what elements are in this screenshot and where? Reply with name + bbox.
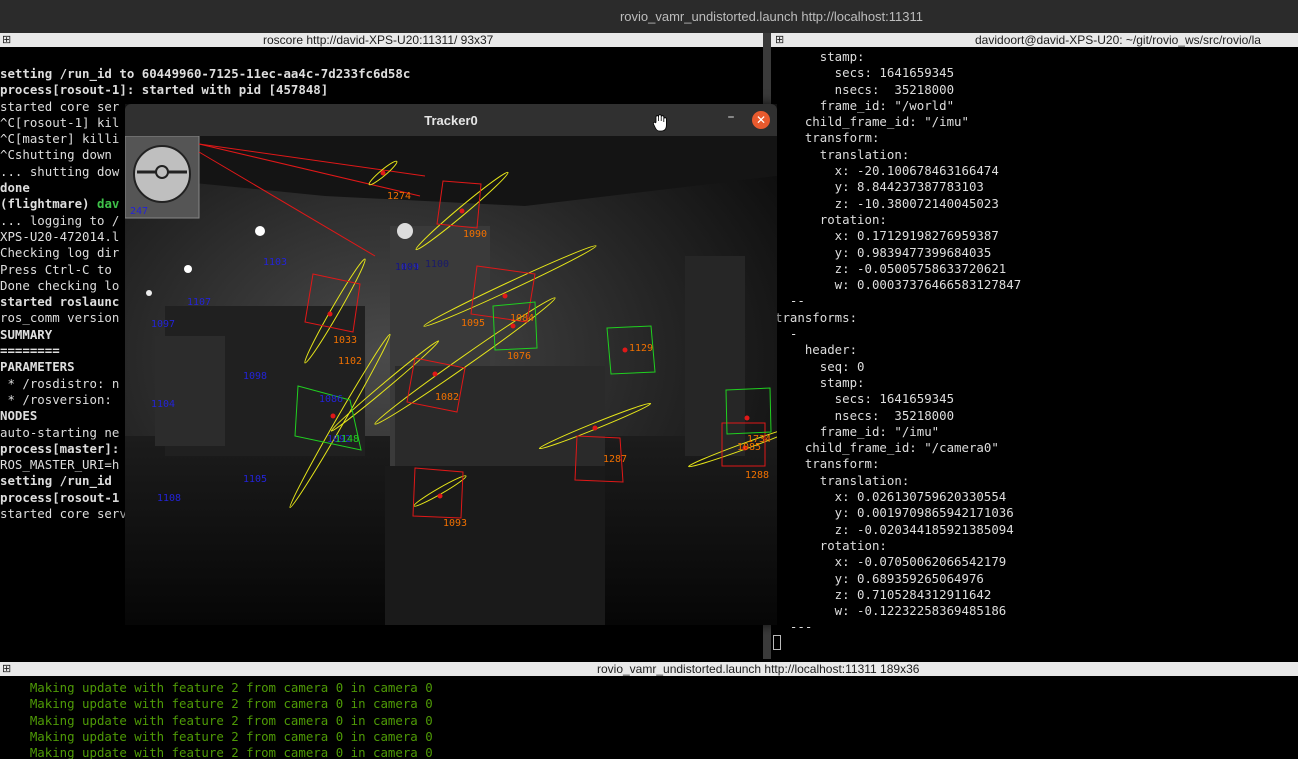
terminal-line: frame_id: "/imu" [775, 423, 940, 439]
feature-label: 1097 [151, 319, 175, 330]
left-pane-header[interactable]: ⊞ roscore http://david-XPS-U20:11311/ 93… [0, 33, 763, 47]
terminal-line: nsecs: 35218000 [775, 81, 955, 97]
split-grid-icon[interactable]: ⊞ [775, 33, 784, 47]
terminal-line: z: 0.7105284312911642 [775, 586, 992, 602]
feature-label: 1287 [603, 454, 627, 465]
feature-label: 1734 [747, 434, 771, 445]
terminal-line: process[rosout-1]: started with pid [457… [0, 82, 329, 98]
terminal-line: child_frame_id: "/camera0" [775, 440, 999, 456]
feature-label: 1084 [510, 313, 534, 324]
bottom-pane-header[interactable]: ⊞ rovio_vamr_undistorted.launch http://l… [0, 662, 1298, 676]
feature-label: 1129 [629, 343, 653, 354]
terminal-line: frame_id: "/world" [775, 97, 955, 113]
feature-label: 1033 [333, 335, 357, 346]
desk [385, 466, 605, 625]
feature-label: 1103 [263, 257, 287, 268]
feature-label: 1095 [461, 318, 485, 329]
tracker-titlebar[interactable]: Tracker0 [125, 104, 777, 136]
split-grid-icon[interactable]: ⊞ [2, 662, 11, 676]
prompt-user: dav [96, 196, 120, 212]
camera-feature-view: 247 1274 1090 1084 1095 1033 1102 1082 1… [125, 136, 777, 625]
feature-label: 1076 [507, 351, 531, 362]
feature-label: 1105 [243, 474, 267, 485]
terminal-line: transforms: [775, 309, 858, 325]
hand-cursor-icon [653, 114, 667, 132]
terminal-line: Making update with feature 2 from camera… [0, 712, 433, 728]
terminal-line: child_frame_id: "/imu" [775, 114, 969, 130]
feature-label: 1100 [425, 259, 449, 270]
feature-label: 1108 [157, 493, 181, 504]
terminal-line: rotation: [775, 211, 887, 227]
glass-panel [155, 336, 225, 446]
terminal-cursor [773, 635, 781, 650]
minimize-button[interactable]: – [723, 110, 739, 126]
split-grid-icon[interactable]: ⊞ [2, 33, 11, 47]
terminal-line: stamp: [775, 49, 865, 64]
terminal-line: setting /run_id to 60449960-7125-11ec-aa… [0, 66, 411, 81]
feature-label: 1098 [243, 371, 267, 382]
inset-dial-center [155, 165, 169, 179]
bottom-pane-title: rovio_vamr_undistorted.launch http://loc… [597, 662, 920, 676]
feature-label: 1082 [435, 392, 459, 403]
feature-label: 1090 [463, 229, 487, 240]
feature-label: 1288 [745, 470, 769, 481]
window-titlebar: rovio_vamr_undistorted.launch http://loc… [0, 0, 1298, 33]
feature-label: 1148 [335, 434, 359, 445]
close-button[interactable]: ✕ [752, 111, 770, 129]
left-pane-title: roscore http://david-XPS-U20:11311/ 93x3… [263, 33, 494, 47]
terminal-line: x: -0.07050062066542179 [775, 554, 1007, 570]
feature-label: 1093 [443, 518, 467, 529]
bottom-terminal[interactable]: Making update with feature 2 from camera… [0, 680, 1298, 759]
terminal-line: y: 0.689359265064976 [775, 570, 984, 586]
terminal-line: w: 0.00037376466583127847 [775, 277, 1022, 293]
feature-label: 1107 [187, 297, 211, 308]
terminal-line: nsecs: 35218000 [775, 407, 955, 423]
feature-label: 1101 [395, 262, 419, 273]
terminal-line: x: 0.026130759620330554 [775, 489, 1007, 505]
terminal-line: z: -10.380072140045023 [775, 195, 999, 211]
terminal-line: x: -20.100678463166474 [775, 163, 999, 179]
terminal-line: translation: [775, 146, 910, 162]
terminal-line: w: -0.12232258369485186 [775, 603, 1007, 619]
terminal-line: -- [775, 293, 805, 309]
terminal-line: transform: [775, 456, 880, 472]
feature-label: 1086 [319, 394, 343, 405]
terminal-line: y: 0.0019709865942171036 [775, 505, 1014, 521]
right-terminal[interactable]: stamp: secs: 1641659345 nsecs: 35218000 … [775, 49, 1298, 659]
feature-label: 1102 [338, 356, 362, 367]
right-pane-header[interactable]: ⊞ davidoort@david-XPS-U20: ~/git/rovio_w… [771, 33, 1298, 47]
terminal-line: translation: [775, 472, 910, 488]
terminal-line: x: 0.17129198276959387 [775, 228, 999, 244]
terminal-line: Making update with feature 2 from camera… [0, 696, 433, 712]
terminal-line: rotation: [775, 537, 887, 553]
terminal-line: z: -0.020344185921385094 [775, 521, 1014, 537]
terminal-line: --- [775, 619, 813, 635]
terminal-line: Making update with feature 2 from camera… [0, 728, 433, 744]
inset-label: 247 [130, 206, 148, 217]
terminal-line: y: 8.844237387783103 [775, 179, 984, 195]
terminal-line: secs: 1641659345 [775, 65, 955, 81]
terminal-line: y: 0.9839477399684035 [775, 244, 992, 260]
tracker-title: Tracker0 [424, 112, 478, 128]
terminal-line: Making update with feature 2 from camera… [0, 745, 433, 759]
right-pane-title: davidoort@david-XPS-U20: ~/git/rovio_ws/… [975, 33, 1261, 47]
feature-label: 1104 [151, 399, 175, 410]
pillar [685, 256, 745, 456]
feature-overlay: 247 127410901084109510331102108210761129… [125, 136, 777, 625]
terminal-line: secs: 1641659345 [775, 391, 955, 407]
terminal-line: stamp: [775, 374, 865, 390]
tracker-window[interactable]: Tracker0 – ✕ 247 1274 1090 1084 1095 103… [125, 104, 777, 625]
terminal-line: header: [775, 342, 858, 358]
terminal-line: transform: [775, 130, 880, 146]
terminal-line: - [775, 326, 798, 342]
terminal-line: z: -0.05005758633720621 [775, 260, 1007, 276]
window-title: rovio_vamr_undistorted.launch http://loc… [619, 9, 924, 24]
terminal-line: Making update with feature 2 from camera… [0, 680, 433, 695]
terminal-line: seq: 0 [775, 358, 865, 374]
feature-label: 1274 [387, 191, 411, 202]
